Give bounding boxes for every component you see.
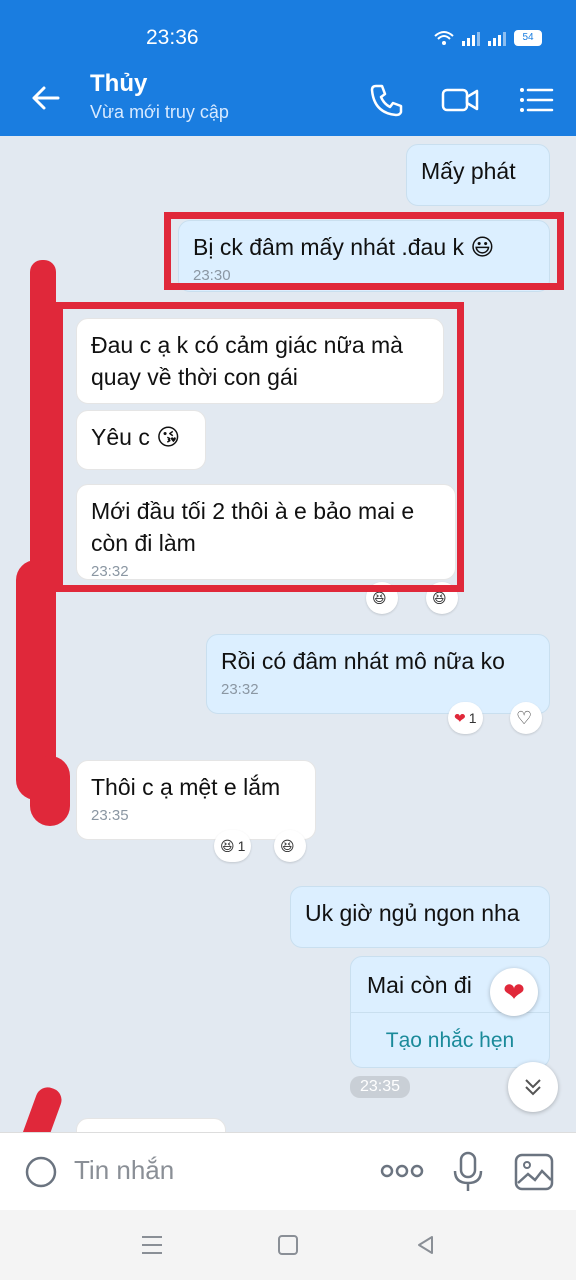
status-icons: 54 — [434, 30, 542, 46]
message-bubble[interactable]: Uk giờ ngủ ngon nha — [290, 886, 550, 948]
battery-icon: 54 — [514, 30, 542, 46]
more-dots-icon[interactable] — [380, 1159, 424, 1183]
message-time: 23:35 — [91, 807, 129, 824]
red-scribble — [13, 1083, 65, 1132]
create-reminder-link[interactable]: Tạo nhắc hẹn — [351, 1013, 549, 1069]
wifi-icon — [434, 31, 454, 45]
reaction-badge[interactable]: 😆 — [274, 830, 306, 862]
laugh-icon: 😆 — [280, 837, 295, 854]
laugh-icon: 😆 — [220, 837, 235, 854]
reaction-badge[interactable]: ❤ 1 — [448, 702, 483, 734]
message-text: Mai còn đi — [367, 972, 472, 998]
phone-icon[interactable] — [366, 80, 406, 120]
message-bubble[interactable]: Rồi có đâm nhát mô nữa ko 23:32 — [206, 634, 550, 714]
system-nav-bar — [0, 1210, 576, 1280]
message-input-bar: Tin nhắn — [0, 1132, 576, 1210]
menu-icon[interactable] — [140, 1234, 164, 1256]
highlight-box — [164, 212, 564, 290]
image-icon[interactable] — [514, 1153, 554, 1191]
reaction-badge[interactable]: 😆 1 — [214, 830, 252, 862]
scroll-down-button[interactable] — [508, 1062, 558, 1112]
highlight-box — [56, 302, 464, 592]
message-time: 23:32 — [221, 681, 259, 698]
message-bubble[interactable]: Thôi c ạ mệt e lắm 23:35 — [76, 760, 316, 840]
contact-status: Vừa mới truy cập — [90, 102, 229, 122]
heart-icon: ❤ — [454, 709, 466, 726]
message-text: Rồi có đâm nhát mô nữa ko — [221, 648, 505, 674]
message-bubble[interactable]: Mấy phát — [406, 144, 550, 206]
message-bubble[interactable] — [76, 1118, 226, 1132]
red-scribble — [30, 756, 70, 826]
home-icon[interactable] — [276, 1234, 300, 1256]
laugh-icon: 😆 — [432, 589, 447, 606]
message-text: Thôi c ạ mệt e lắm — [91, 774, 281, 800]
laugh-icon: 😆 — [372, 589, 387, 606]
message-text: Uk giờ ngủ ngon nha — [305, 900, 520, 926]
status-bar: 23:36 54 — [0, 0, 576, 62]
message-input[interactable]: Tin nhắn — [74, 1155, 174, 1186]
video-camera-icon[interactable] — [440, 80, 480, 120]
list-menu-icon[interactable] — [516, 80, 556, 120]
contact-name[interactable]: Thủy — [90, 70, 147, 98]
status-time: 23:36 — [146, 26, 199, 49]
heart-reaction-button[interactable]: ❤ — [490, 968, 538, 1016]
heart-outline-icon: ♡ — [516, 707, 533, 728]
signal-icon — [462, 32, 480, 46]
double-chevron-down-icon — [525, 1079, 541, 1096]
back-nav-icon[interactable] — [414, 1234, 438, 1256]
red-scribble — [30, 260, 56, 610]
heart-outline-button[interactable]: ♡ — [510, 702, 542, 734]
microphone-icon[interactable] — [452, 1151, 484, 1193]
message-text: Mấy phát — [421, 158, 516, 184]
arrow-left-icon[interactable] — [28, 80, 64, 116]
heart-icon: ❤ — [503, 976, 525, 1007]
signal-icon — [488, 32, 506, 46]
chat-area[interactable]: Mấy phát Bị ck đâm mấy nhát .đau k 😃 23:… — [0, 136, 576, 1132]
reaction-count: 1 — [468, 710, 477, 726]
sticker-icon[interactable] — [24, 1155, 58, 1189]
time-pill: 23:35 — [350, 1076, 411, 1098]
reaction-count: 1 — [237, 838, 246, 854]
chat-header: Thủy Vừa mới truy cập — [0, 62, 576, 136]
